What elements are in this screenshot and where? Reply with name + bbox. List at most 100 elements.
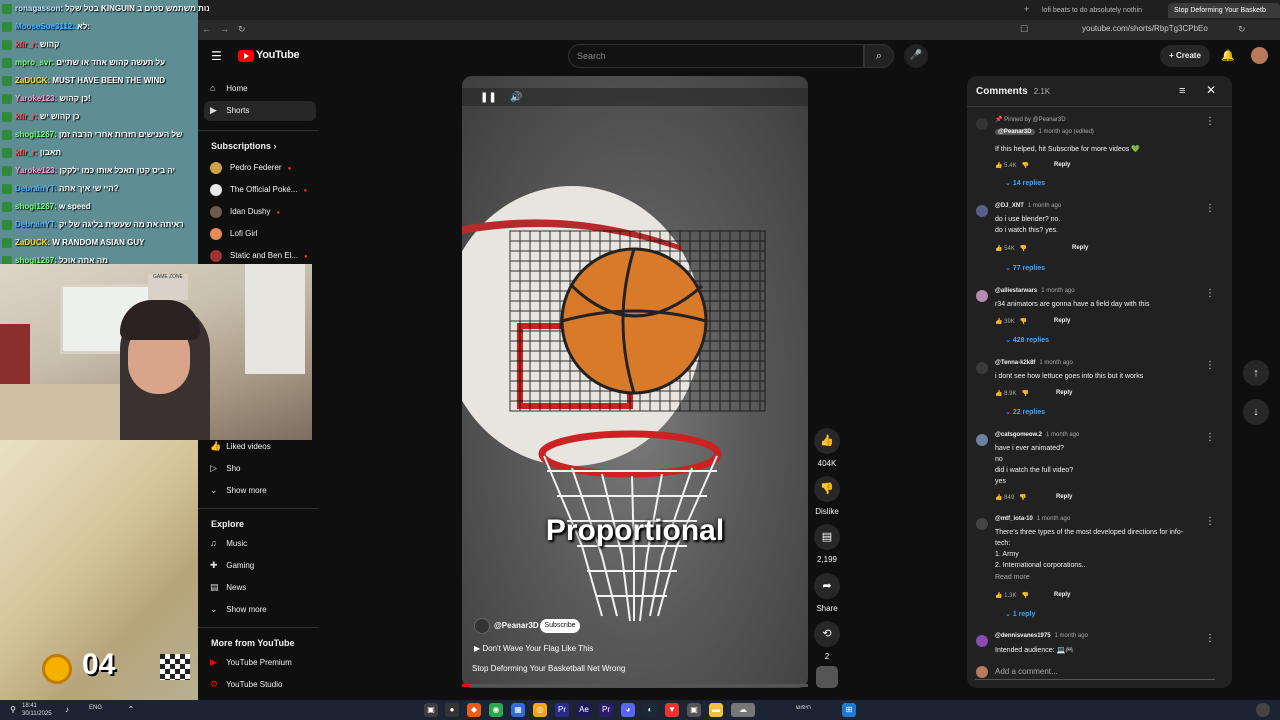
volume-icon[interactable]: 🔊 xyxy=(510,92,522,103)
sidebar-show-more-2[interactable]: ⌄ Show more xyxy=(210,601,267,617)
app-icon[interactable]: ▣ xyxy=(687,703,701,717)
premiere-icon[interactable]: Pr xyxy=(555,703,569,717)
youtube-logo-text[interactable]: YouTube xyxy=(256,49,300,61)
taskbar-search[interactable]: חיפוש xyxy=(796,705,811,712)
video-progress-bar[interactable] xyxy=(462,684,808,687)
reload-icon[interactable]: ↻ xyxy=(238,24,246,35)
app-icon[interactable]: ▼ xyxy=(665,703,679,717)
discord-icon[interactable]: ◕ xyxy=(621,703,635,717)
thumbs-up-icon[interactable]: 👍 xyxy=(995,319,1002,325)
bell-icon[interactable]: 🔔 xyxy=(1221,49,1235,62)
pause-icon[interactable]: ❚❚ xyxy=(480,92,497,103)
sidebar-item-music[interactable]: ♫ Music xyxy=(210,535,247,551)
sidebar-item-news[interactable]: ▤ News xyxy=(210,579,246,595)
sidebar-sub-lofi[interactable]: Lofi Girl xyxy=(210,226,258,242)
chrome-icon[interactable]: ◉ xyxy=(489,703,503,717)
more-vert-icon[interactable]: ⋮ xyxy=(1205,432,1215,443)
sidebar-item-sho[interactable]: ▷ Sho xyxy=(210,460,240,476)
channel-name[interactable]: @Peanar3D xyxy=(494,621,539,630)
create-button[interactable]: + Create xyxy=(1160,45,1210,67)
comment-author[interactable]: @alliestarwars 1 month ago xyxy=(995,288,1075,294)
remix-button[interactable]: ⟲ 2 xyxy=(812,621,842,661)
app-icon[interactable]: ▦ xyxy=(511,703,525,717)
forward-icon[interactable]: → xyxy=(220,24,229,34)
bookmark-icon[interactable]: ☐ xyxy=(1020,24,1028,35)
mic-icon[interactable]: 🎤 xyxy=(904,44,928,68)
app-icon[interactable]: ◆ xyxy=(467,703,481,717)
reply-button[interactable]: Reply xyxy=(1072,245,1088,251)
channel-avatar[interactable] xyxy=(474,618,490,634)
tab-lofi[interactable]: lofi beats to do absolutely nothin xyxy=(1036,3,1166,18)
more-vert-icon[interactable]: ⋮ xyxy=(1205,633,1215,644)
windows-start-icon[interactable]: ⊞ xyxy=(842,703,856,717)
search-icon[interactable]: ⌕ xyxy=(864,44,894,68)
video-title[interactable]: Stop Deforming Your Basketball Net Wrong xyxy=(472,664,625,673)
new-tab-icon[interactable]: + xyxy=(1024,4,1029,14)
sidebar-sub-idan[interactable]: Idan Dushy ● xyxy=(210,204,280,220)
obs-icon[interactable]: ● xyxy=(445,703,459,717)
previous-short-button[interactable]: ↑ xyxy=(1243,360,1269,386)
avatar[interactable] xyxy=(976,518,988,530)
thumbs-up-icon[interactable]: 👍 xyxy=(995,163,1002,169)
more-vert-icon[interactable]: ⋮ xyxy=(1205,203,1215,214)
avatar[interactable] xyxy=(976,362,988,374)
sound-thumbnail[interactable] xyxy=(816,666,838,688)
more-vert-icon[interactable]: ⋮ xyxy=(1205,360,1215,371)
language-indicator[interactable]: ENG xyxy=(89,705,102,711)
thumbs-down-icon[interactable]: 👎 xyxy=(1019,495,1026,501)
app-icon[interactable]: ◎ xyxy=(533,703,547,717)
app-icon[interactable]: Pr xyxy=(599,703,613,717)
sidebar-item-premium[interactable]: ▶ YouTube Premium xyxy=(210,654,292,670)
view-replies-button[interactable]: ⌄ 22 replies xyxy=(1005,408,1045,416)
avatar[interactable] xyxy=(976,290,988,302)
avatar[interactable] xyxy=(976,434,988,446)
taskbar-clock[interactable]: 18:41 30/11/2025 xyxy=(22,702,52,718)
comment-author[interactable]: @DJ_XNT 1 month ago xyxy=(995,203,1061,209)
sidebar-item-liked[interactable]: 👍 Liked videos xyxy=(210,438,271,454)
sort-icon[interactable]: ≡ xyxy=(1179,85,1185,97)
reply-button[interactable]: Reply xyxy=(1054,162,1070,168)
short-video-player[interactable] xyxy=(462,76,808,688)
reply-button[interactable]: Reply xyxy=(1054,592,1070,598)
avatar[interactable] xyxy=(976,118,988,130)
after-effects-icon[interactable]: Ae xyxy=(577,703,591,717)
video-music-link[interactable]: ▶ Don't Wave Your Flag Like This xyxy=(474,644,593,653)
menu-icon[interactable]: ☰ xyxy=(211,49,222,63)
task-view-icon[interactable]: ▣ xyxy=(424,703,438,717)
tab-active-short[interactable]: Stop Deforming Your Basketb xyxy=(1168,3,1280,18)
thumbs-down-icon[interactable]: 👎 xyxy=(1022,391,1029,397)
sidebar-show-more-1[interactable]: ⌄ Show more xyxy=(210,482,267,498)
comment-author[interactable]: @Tenna-k2k8f 1 month ago xyxy=(995,360,1073,366)
avatar[interactable] xyxy=(976,635,988,647)
view-replies-button[interactable]: ⌄ 14 replies xyxy=(1005,179,1045,187)
wifi-icon[interactable]: ⚲ xyxy=(6,703,20,717)
dislike-button[interactable]: 👎 Dislike xyxy=(812,476,842,516)
thumbs-up-icon[interactable]: 👍 xyxy=(995,246,1002,252)
address-bar[interactable]: youtube.com/shorts/RbpTg3CPbEo xyxy=(1082,24,1208,33)
read-more-link[interactable]: Read more xyxy=(995,574,1030,581)
sidebar-sub-pokemon[interactable]: The Official Poké... ● xyxy=(210,182,307,198)
sidebar-item-shorts[interactable]: ▶ Shorts xyxy=(210,102,249,118)
volume-icon[interactable]: ♪ xyxy=(60,703,74,717)
sidebar-item-gaming[interactable]: ✚ Gaming xyxy=(210,557,254,573)
view-replies-button[interactable]: ⌄ 1 reply xyxy=(1005,610,1035,618)
steam-icon[interactable]: ◐ xyxy=(643,703,657,717)
like-button[interactable]: 👍 404K xyxy=(812,428,842,468)
comment-author[interactable]: @catsgomeow.2 1 month ago xyxy=(995,432,1079,438)
share-button[interactable]: ➦ Share xyxy=(812,573,842,613)
chevron-up-icon[interactable]: ⌃ xyxy=(124,703,138,717)
view-replies-button[interactable]: ⌄ 428 replies xyxy=(1005,336,1049,344)
sidebar-item-home[interactable]: ⌂ Home xyxy=(210,80,248,96)
thumbs-down-icon[interactable]: 👎 xyxy=(1020,246,1027,252)
avatar[interactable] xyxy=(1256,703,1270,717)
subscriptions-heading[interactable]: Subscriptions › xyxy=(211,141,277,151)
sidebar-sub-static[interactable]: Static and Ben El... ● xyxy=(210,248,308,264)
more-vert-icon[interactable]: ⋮ xyxy=(1205,288,1215,299)
search-input[interactable]: Search xyxy=(568,44,864,68)
reply-button[interactable]: Reply xyxy=(1056,390,1072,396)
more-vert-icon[interactable]: ⋮ xyxy=(1205,516,1215,527)
sidebar-item-studio[interactable]: ⚙ YouTube Studio xyxy=(210,676,282,692)
thumbs-up-icon[interactable]: 👍 xyxy=(995,593,1002,599)
comments-button[interactable]: ▤ 2,199 xyxy=(812,524,842,564)
avatar[interactable] xyxy=(1251,47,1268,64)
